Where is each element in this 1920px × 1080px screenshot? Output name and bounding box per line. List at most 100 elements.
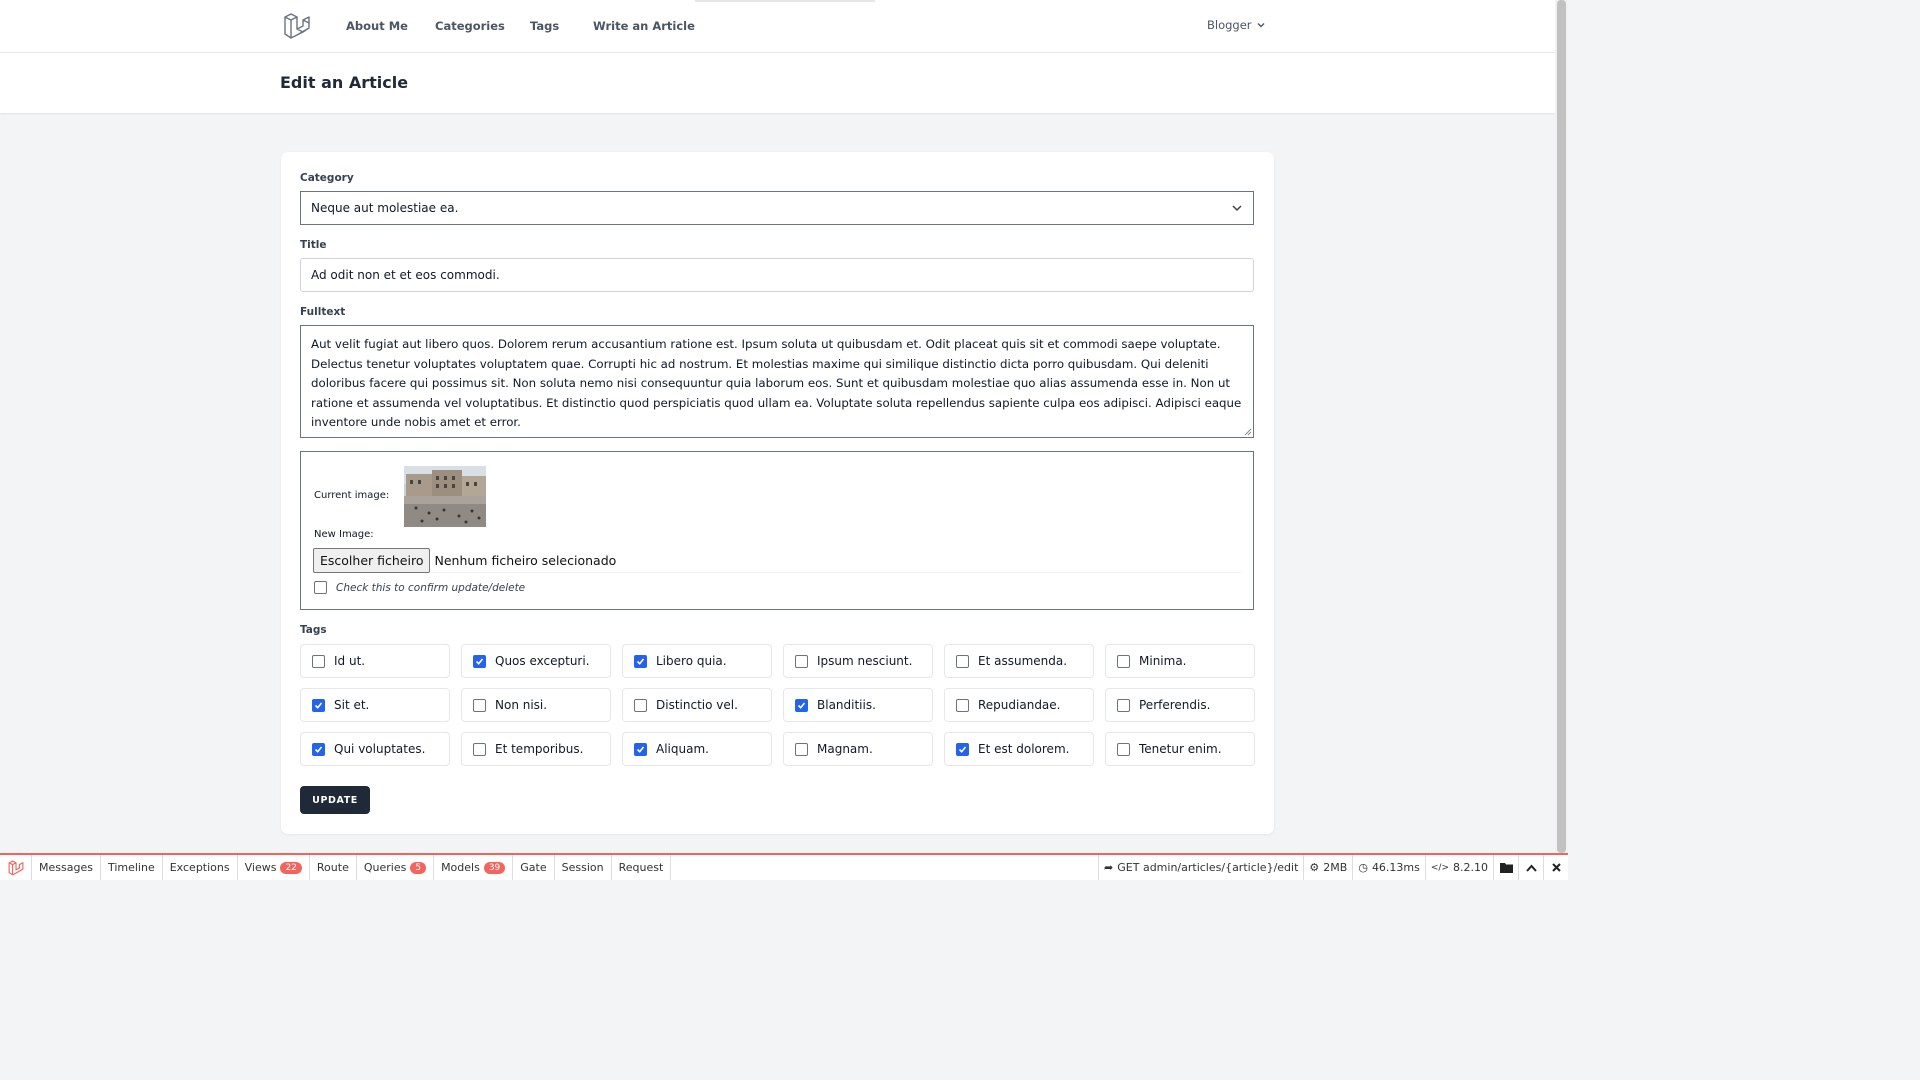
memory-text: 2MB [1323,861,1348,874]
tag-checkbox[interactable] [956,654,969,668]
tag-option[interactable]: Minima. [1105,644,1255,678]
tag-option[interactable]: Repudiandae. [944,688,1094,722]
debugbar-tab-label: Request [618,861,664,874]
tag-option[interactable]: Libero quia. [622,644,772,678]
nav-tags[interactable]: Tags [530,19,559,33]
folder-icon[interactable] [1493,855,1518,880]
tag-option[interactable]: Magnam. [783,732,933,766]
tag-option[interactable]: Perferendis. [1105,688,1255,722]
check-icon [636,657,645,665]
debugbar-tab-label: Models [441,861,480,874]
debugbar-tab[interactable]: Queries 5 [357,855,435,880]
update-button[interactable]: UPDATE [300,786,370,814]
debugbar-info: ➦ GET admin/articles/{article}/edit ⚙ 2M… [1098,855,1568,880]
debugbar-tab[interactable]: Route [310,855,357,880]
tag-label: Non nisi. [495,698,548,712]
debugbar-logo-icon[interactable] [0,855,32,880]
debugbar-php-version: </> 8.2.10 [1424,855,1493,880]
tag-label: Et est dolorem. [978,742,1070,756]
choose-file-button[interactable]: Escolher ficheiro [313,547,431,573]
confirm-update-label: Check this to confirm update/delete [336,581,526,594]
check-icon [636,745,645,753]
tag-checkbox[interactable] [1117,654,1130,668]
debugbar-tab[interactable]: Views 22 [238,855,310,880]
debugbar-tab[interactable]: Models 39 [434,855,514,880]
tags-grid: Id ut. Quos excepturi. Libero quia. Ipsum n… [300,644,1255,766]
tag-option[interactable]: Tenetur enim. [1105,732,1255,766]
debugbar-tab[interactable]: Session [555,855,612,880]
page-scrollbar[interactable] [1555,0,1568,853]
debugbar-tab[interactable]: Timeline [101,855,163,880]
tag-checkbox[interactable] [634,742,647,756]
category-selected-value: Neque aut molestiae ea. [311,201,459,215]
laravel-logo-icon[interactable] [282,12,312,40]
tag-option[interactable]: Quos excepturi. [461,644,611,678]
tag-option[interactable]: Id ut. [300,644,450,678]
category-select[interactable]: Neque aut molestiae ea. [300,191,1254,225]
tag-checkbox[interactable] [1117,742,1130,756]
tag-option[interactable]: Et assumenda. [944,644,1094,678]
tag-label: Aliquam. [656,742,709,756]
tag-label: Qui voluptates. [334,742,426,756]
php-version-text: 8.2.10 [1453,861,1488,874]
user-dropdown[interactable]: Blogger [1207,18,1266,32]
nav-write-article[interactable]: Write an Article [593,19,695,33]
tag-checkbox[interactable] [634,654,647,668]
debugbar-tab[interactable]: Gate [513,855,555,880]
tag-option[interactable]: Et est dolorem. [944,732,1094,766]
tag-label: Minima. [1139,654,1187,668]
debugbar-tab-badge: 5 [410,861,427,874]
tag-label: Sit et. [334,698,370,712]
tag-label: Libero quia. [656,654,727,668]
tag-option[interactable]: Blanditiis. [783,688,933,722]
tag-checkbox[interactable] [795,654,808,668]
tag-checkbox[interactable] [473,654,486,668]
close-icon[interactable] [1543,855,1568,880]
debugbar-time: ◷ 46.13ms [1352,855,1425,880]
page-title: Edit an Article [280,73,409,92]
tag-label: Et temporibus. [495,742,584,756]
tag-option[interactable]: Aliquam. [622,732,772,766]
tag-checkbox[interactable] [795,698,808,712]
debugbar-tab-badge: 39 [483,861,506,874]
tag-checkbox[interactable] [473,742,486,756]
debugbar-tab[interactable]: Request [612,855,672,880]
nav-about-me[interactable]: About Me [346,19,408,33]
title-input-value: Ad odit non et et eos commodi. [311,268,500,282]
tag-checkbox[interactable] [312,742,325,756]
tag-checkbox[interactable] [473,698,486,712]
tag-checkbox[interactable] [634,698,647,712]
nav-categories[interactable]: Categories [435,19,505,33]
fulltext-textarea[interactable]: Aut velit fugiat aut libero quos. Dolore… [300,325,1254,438]
confirm-update-checkbox[interactable] [314,581,327,594]
new-image-label: New Image: [314,529,374,540]
tag-option[interactable]: Ipsum nesciunt. [783,644,933,678]
loading-indicator [695,0,875,2]
tag-option[interactable]: Sit et. [300,688,450,722]
chevron-down-icon [1232,205,1242,212]
tag-checkbox[interactable] [312,654,325,668]
tag-option[interactable]: Et temporibus. [461,732,611,766]
tag-label: Id ut. [334,654,366,668]
tag-option[interactable]: Non nisi. [461,688,611,722]
tag-option[interactable]: Qui voluptates. [300,732,450,766]
debugbar-tab[interactable]: Messages [32,855,101,880]
title-input[interactable]: Ad odit non et et eos commodi. [300,258,1254,292]
debugbar-route[interactable]: ➦ GET admin/articles/{article}/edit [1098,855,1303,880]
scrollbar-thumb[interactable] [1557,0,1566,853]
tag-checkbox[interactable] [795,742,808,756]
tag-checkbox[interactable] [956,698,969,712]
share-icon: ➦ [1104,861,1114,874]
file-input[interactable]: Escolher ficheiro Nenhum ficheiro seleci… [313,547,1241,573]
tag-option[interactable]: Distinctio vel. [622,688,772,722]
tag-checkbox[interactable] [312,698,325,712]
fulltext-label: Fulltext [300,306,346,318]
resize-handle-icon[interactable] [1244,428,1252,436]
chevron-up-icon[interactable] [1518,855,1543,880]
confirm-update-row: Check this to confirm update/delete [314,581,525,594]
debugbar-tab[interactable]: Exceptions [163,855,238,880]
route-text: GET admin/articles/{article}/edit [1117,861,1299,874]
debugbar-memory: ⚙ 2MB [1303,855,1352,880]
tag-checkbox[interactable] [956,742,969,756]
tag-checkbox[interactable] [1117,698,1130,712]
